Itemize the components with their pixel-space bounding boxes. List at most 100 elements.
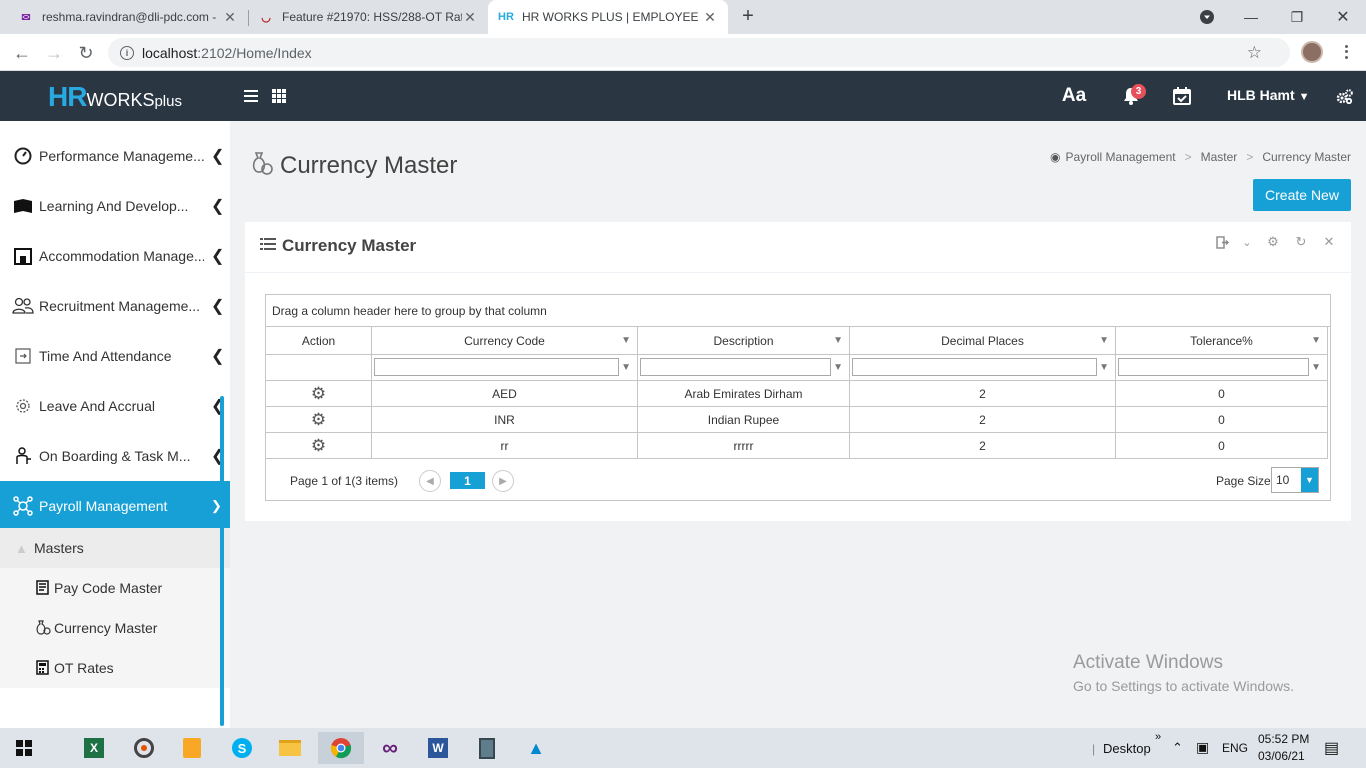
- clock-time[interactable]: 05:52 PM: [1258, 732, 1309, 746]
- excel-icon[interactable]: X: [74, 732, 114, 764]
- new-tab-button[interactable]: +: [738, 6, 758, 26]
- browser-tab-feature[interactable]: ◡ Feature #21970: HSS/288-OT Rat ✕: [248, 0, 488, 34]
- table-row-action[interactable]: ⚙: [266, 433, 372, 459]
- site-info-icon[interactable]: i: [120, 45, 134, 60]
- media-player-icon[interactable]: [124, 732, 164, 764]
- sidebar-item-payroll[interactable]: Payroll Management ❯: [0, 481, 230, 531]
- column-header-decimal-places[interactable]: Decimal Places ▼: [850, 327, 1116, 355]
- clock-date[interactable]: 03/06/21: [1258, 749, 1305, 763]
- close-icon[interactable]: ✕: [222, 9, 238, 26]
- sidebar-item-accommodation[interactable]: Accommodation Manage... ❮: [0, 231, 230, 281]
- filter-input-decimal-places[interactable]: [852, 358, 1097, 376]
- sidebar-subitem-pay-code-master[interactable]: Pay Code Master: [0, 568, 230, 608]
- sidebar-item-leave[interactable]: Leave And Accrual ❮: [0, 381, 230, 431]
- table-row-action[interactable]: ⚙: [266, 407, 372, 433]
- chevron-icon[interactable]: »: [1155, 731, 1161, 743]
- settings-gears-icon[interactable]: [1335, 84, 1353, 108]
- browser-menu-icon[interactable]: [1338, 41, 1354, 63]
- sidebar-item-performance[interactable]: Performance Manageme... ❮: [0, 131, 230, 181]
- sidebar-item-onboarding[interactable]: On Boarding & Task M... ❮: [0, 431, 230, 481]
- filter-icon[interactable]: ▼: [621, 335, 631, 346]
- page-number-button[interactable]: 1: [450, 472, 485, 489]
- sidebar-item-recruitment[interactable]: Recruitment Manageme... ❮: [0, 281, 230, 331]
- window-close-icon[interactable]: ✕: [1320, 0, 1366, 34]
- user-menu[interactable]: HLB Hamt ▼: [1227, 87, 1309, 103]
- breadcrumb-item[interactable]: Payroll Management: [1066, 150, 1176, 164]
- next-page-icon[interactable]: ▶: [492, 470, 514, 492]
- calendar-check-icon[interactable]: [1171, 84, 1193, 108]
- file-explorer-icon[interactable]: [270, 732, 310, 764]
- hrworks-logo[interactable]: HRWORKSplus: [48, 81, 182, 113]
- column-header-tolerance[interactable]: Tolerance% ▼: [1116, 327, 1328, 355]
- portlet-title-text: Currency Master: [282, 236, 417, 255]
- sidebar-subitem-ot-rates[interactable]: OT Rates: [0, 648, 230, 688]
- filter-input-currency-code[interactable]: [374, 358, 619, 376]
- back-arrow-icon[interactable]: ←: [10, 41, 34, 65]
- visual-studio-icon[interactable]: ∞: [370, 732, 410, 764]
- filter-icon[interactable]: ▼: [1099, 335, 1109, 346]
- page-size-select[interactable]: 10 ▼: [1271, 467, 1319, 493]
- chevron-left-icon: ❮: [211, 248, 225, 265]
- font-size-button[interactable]: Aa: [1061, 84, 1087, 108]
- chevron-up-icon[interactable]: ⌃: [1172, 740, 1183, 756]
- sidebar-item-learning[interactable]: Learning And Develop... ❮: [0, 181, 230, 231]
- gear-icon[interactable]: ⚙: [311, 384, 326, 404]
- close-icon[interactable]: ✕: [462, 9, 478, 26]
- network-app-icon[interactable]: ▲: [516, 732, 556, 764]
- gear-icon[interactable]: ⚙: [311, 410, 326, 430]
- filter-input-tolerance[interactable]: [1118, 358, 1309, 376]
- sidebar-item-label: Leave And Accrual: [39, 398, 155, 414]
- language-indicator[interactable]: ENG: [1222, 741, 1248, 755]
- sidebar-submenu-masters[interactable]: ▲ Masters: [0, 528, 230, 568]
- filter-icon[interactable]: ▼: [1099, 362, 1109, 373]
- prev-page-icon[interactable]: ◀: [419, 470, 441, 492]
- forward-arrow-icon[interactable]: →: [42, 41, 66, 65]
- close-icon[interactable]: ✕: [1321, 234, 1337, 250]
- calculator-icon[interactable]: [467, 732, 507, 764]
- filter-icon[interactable]: ▼: [621, 362, 631, 373]
- column-header-description[interactable]: Description ▼: [638, 327, 850, 355]
- url-input[interactable]: i localhost:2102/Home/Index ☆: [108, 38, 1290, 67]
- sidebar-item-time-attendance[interactable]: Time And Attendance ❮: [0, 331, 230, 381]
- column-header-action[interactable]: Action: [266, 327, 372, 355]
- sidebar-scrollbar[interactable]: [220, 396, 224, 726]
- sidebar-subitem-currency-master[interactable]: Currency Master: [0, 608, 230, 648]
- filter-input-description[interactable]: [640, 358, 831, 376]
- browser-tab-hrworks[interactable]: HR HR WORKS PLUS | EMPLOYEE SE ✕: [488, 0, 728, 34]
- tools-icon[interactable]: [172, 732, 212, 764]
- notification-center-icon[interactable]: ▤: [1324, 738, 1339, 758]
- caret-down-icon[interactable]: ▼: [1301, 468, 1318, 492]
- skype-icon[interactable]: S: [222, 732, 262, 764]
- sidebar-item-label: Accommodation Manage...: [39, 248, 204, 264]
- refresh-icon[interactable]: ↻: [1293, 234, 1309, 250]
- profile-menu-icon[interactable]: [1184, 0, 1230, 34]
- restore-icon[interactable]: ❐: [1274, 0, 1320, 34]
- create-new-button[interactable]: Create New: [1253, 179, 1351, 211]
- desktop-toolbar[interactable]: Desktop: [1103, 741, 1151, 756]
- gear-icon[interactable]: ⚙: [1265, 234, 1281, 250]
- minimize-icon[interactable]: —: [1228, 0, 1274, 34]
- close-icon[interactable]: ✕: [702, 9, 718, 26]
- reload-icon[interactable]: ↻: [74, 41, 98, 65]
- gear-icon[interactable]: ⚙: [311, 436, 326, 456]
- breadcrumb-item[interactable]: Master: [1201, 150, 1238, 164]
- browser-tab-mail[interactable]: ✉ reshma.ravindran@dli-pdc.com - ✕: [8, 0, 248, 34]
- group-panel[interactable]: Drag a column header here to group by th…: [266, 295, 1330, 327]
- hamburger-menu-icon[interactable]: [243, 84, 259, 108]
- filter-icon[interactable]: ▼: [1311, 335, 1321, 346]
- collapse-chevron-icon[interactable]: ⌄: [1239, 234, 1255, 250]
- avatar[interactable]: [1301, 41, 1323, 63]
- export-icon[interactable]: [1214, 234, 1230, 250]
- chrome-icon[interactable]: [318, 732, 364, 764]
- grid-menu-icon[interactable]: [271, 84, 287, 108]
- filter-icon[interactable]: ▼: [1311, 362, 1321, 373]
- network-icon[interactable]: ▣: [1196, 739, 1209, 756]
- column-header-currency-code[interactable]: Currency Code ▼: [372, 327, 638, 355]
- filter-icon[interactable]: ▼: [833, 335, 843, 346]
- bookmark-star-icon[interactable]: ☆: [1247, 43, 1262, 63]
- windows-start-icon[interactable]: [4, 732, 44, 764]
- word-icon[interactable]: W: [418, 732, 458, 764]
- filter-icon[interactable]: ▼: [833, 362, 843, 373]
- filter-cell-currency-code: ▼: [372, 355, 638, 381]
- table-row-action[interactable]: ⚙: [266, 381, 372, 407]
